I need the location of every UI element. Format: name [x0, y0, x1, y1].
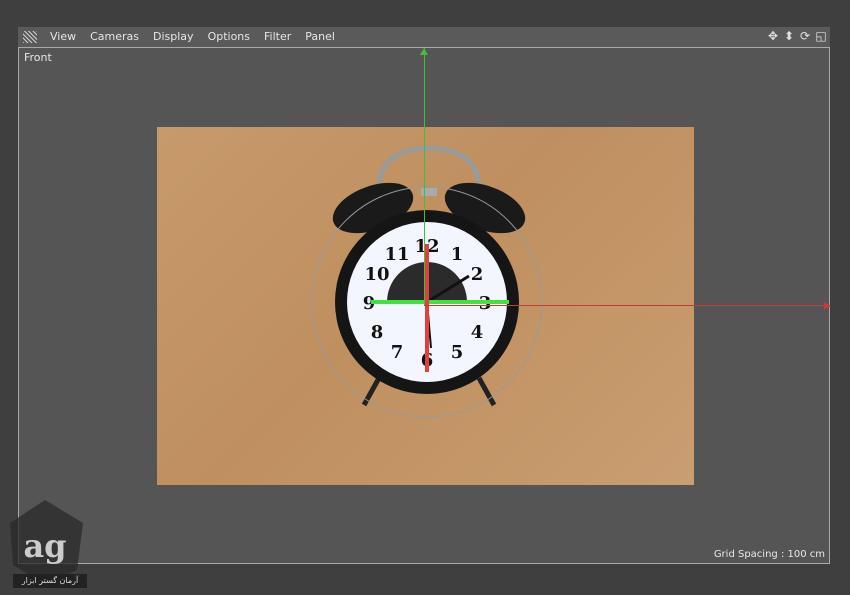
clock-number-4: 4 [471, 322, 484, 343]
view-name-label: Front [24, 51, 52, 64]
clock-number-5: 5 [451, 342, 464, 363]
clock-number-1: 1 [451, 244, 464, 265]
clock-number-8: 8 [371, 322, 384, 343]
clock-number-10: 10 [364, 264, 389, 285]
rotate-icon[interactable]: ⟳ [798, 29, 812, 43]
clock-number-7: 7 [391, 342, 404, 363]
viewport-menubar: View Cameras Display Options Filter Pane… [18, 27, 830, 47]
y-axis-arrow-icon [420, 48, 428, 55]
menu-panel[interactable]: Panel [298, 27, 342, 47]
viewport-nav-icons: ✥ ⬍ ⟳ ◱ [766, 29, 828, 43]
move-icon[interactable]: ✥ [766, 29, 780, 43]
front-viewport[interactable]: 12 1 2 3 4 5 6 7 8 9 10 11 Front Grid Sp… [18, 47, 831, 564]
watermark-caption: آرمان گستر ابزار [13, 574, 87, 588]
menu-options[interactable]: Options [201, 27, 257, 47]
zoom-icon[interactable]: ⬍ [782, 29, 796, 43]
alarm-clock-image: 12 1 2 3 4 5 6 7 8 9 10 11 [311, 145, 543, 418]
clock-number-2: 2 [471, 264, 484, 285]
maximize-icon[interactable]: ◱ [814, 29, 828, 43]
menu-filter[interactable]: Filter [257, 27, 298, 47]
menu-display[interactable]: Display [146, 27, 201, 47]
menu-view[interactable]: View [43, 27, 83, 47]
watermark-logo-text: ag [23, 527, 66, 565]
x-axis-arrow-icon [824, 302, 831, 310]
menu-cameras[interactable]: Cameras [83, 27, 146, 47]
x-axis-line [424, 305, 829, 306]
y-axis-line [424, 48, 425, 306]
panel-grip-icon[interactable] [23, 31, 37, 43]
grid-spacing-label: Grid Spacing : 100 cm [713, 549, 825, 560]
clock-number-11: 11 [384, 244, 409, 265]
